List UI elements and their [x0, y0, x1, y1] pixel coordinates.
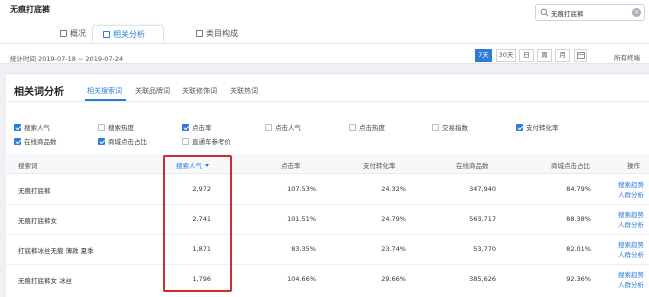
keyword-cell: 打底裤冰丝无痕 薄款 夏季: [18, 247, 94, 255]
tab-related-analysis[interactable]: 相关分析: [92, 25, 164, 43]
online-items-cell: 563,717: [469, 215, 496, 223]
metric-checkbox[interactable]: 点击率: [182, 122, 212, 132]
crowd-analysis-link[interactable]: 人群分析: [618, 249, 644, 259]
range-30d-button[interactable]: 30天: [496, 49, 516, 62]
metric-checkbox[interactable]: 点击人气: [265, 122, 301, 132]
column-header: 商城点击占比: [551, 162, 590, 170]
checkbox-icon: [265, 124, 272, 131]
row-divider: [6, 264, 649, 265]
calendar-icon: [576, 52, 585, 59]
calendar-button[interactable]: [574, 49, 587, 62]
conversion-cell: 29.66%: [381, 275, 406, 283]
metric-checkbox[interactable]: 搜索热度: [98, 122, 134, 132]
section-title: 相关词分析: [14, 87, 64, 98]
column-header: 支付转化率: [363, 162, 396, 170]
ctr-cell: 101.51%: [287, 215, 316, 223]
subtab-related-search[interactable]: 相关搜索词: [87, 86, 122, 96]
ctr-cell: 107.53%: [287, 185, 316, 193]
tab-overview[interactable]: 概况: [50, 25, 96, 43]
range-day-button[interactable]: 日: [519, 49, 534, 62]
search-trend-link[interactable]: 搜索趋势: [618, 269, 644, 279]
checkbox-icon: [98, 138, 105, 145]
metric-checkbox[interactable]: 在线商品数: [14, 136, 57, 146]
crowd-analysis-link[interactable]: 人群分析: [618, 189, 644, 199]
clear-search-icon[interactable]: ×: [632, 8, 641, 17]
ctr-cell: 104.66%: [287, 275, 316, 283]
related-words-card: 相关词分析 相关搜索词 关联品牌词 关联修饰词 关联热词 搜索人气 搜索热度 点…: [6, 73, 649, 297]
checkbox-icon: [432, 124, 439, 131]
conversion-cell: 24.79%: [381, 215, 406, 223]
checkbox-icon: [182, 124, 189, 131]
conversion-cell: 24.32%: [381, 185, 406, 193]
range-week-button[interactable]: 周: [537, 49, 552, 62]
metric-checkbox[interactable]: 交易指数: [432, 122, 468, 132]
page: 无痕打底裤 × 概况 相关分析 类目构成 统计时间 2019-07-18 ~ 2…: [0, 0, 649, 297]
conversion-cell: 23.74%: [381, 245, 406, 253]
row-divider: [6, 234, 649, 235]
metric-checkbox[interactable]: 商城点击占比: [98, 136, 147, 146]
tab-label: 概况: [70, 29, 86, 38]
subtab-brand[interactable]: 关联品牌词: [135, 86, 170, 96]
subtab-hot[interactable]: 关联热词: [230, 86, 258, 96]
range-month-button[interactable]: 月: [555, 49, 570, 62]
mall-ratio-cell: 88.38%: [566, 215, 591, 223]
analysis-icon: [103, 31, 110, 38]
top-header: 无痕打底裤 × 概况 相关分析 类目构成 统计时间 2019-07-18 ~ 2…: [0, 0, 649, 64]
checkbox-icon: [14, 124, 21, 131]
keyword-cell: 无痕打底裤女 冰丝: [18, 277, 73, 285]
checkbox-icon: [98, 124, 105, 131]
search-box[interactable]: ×: [535, 4, 645, 21]
mall-ratio-cell: 84.79%: [566, 185, 591, 193]
crowd-analysis-link[interactable]: 人群分析: [618, 219, 644, 229]
terminal-select[interactable]: 所有终端: [614, 52, 640, 62]
checkbox-icon: [182, 138, 189, 145]
mall-ratio-cell: 92.36%: [566, 275, 591, 283]
checkbox-icon: [14, 138, 21, 145]
range-7d-button[interactable]: 7天: [475, 49, 492, 62]
search-icon: [540, 8, 549, 17]
section-divider: [6, 101, 649, 102]
online-items-cell: 385,626: [469, 275, 496, 283]
metric-checkbox[interactable]: 支付转化率: [516, 122, 559, 132]
online-items-cell: 53,770: [473, 245, 496, 253]
ctr-cell: 83.35%: [291, 245, 316, 253]
column-header: 搜索词: [18, 162, 38, 170]
search-trend-link[interactable]: 搜索趋势: [618, 209, 644, 219]
column-header: 操作: [627, 162, 640, 170]
metric-checkbox[interactable]: 点击热度: [349, 122, 385, 132]
tab-category[interactable]: 类目构成: [186, 25, 248, 43]
app-title: 无痕打底裤: [10, 5, 50, 14]
metric-checkbox[interactable]: 直通车参考价: [182, 136, 231, 146]
date-range-label: 统计时间 2019-07-18 ~ 2019-07-24: [10, 55, 124, 63]
metric-checkbox[interactable]: 搜索人气: [14, 122, 50, 132]
keyword-cell: 无痕打底裤: [18, 187, 51, 195]
online-items-cell: 347,940: [469, 185, 496, 193]
tabs-divider: [0, 43, 649, 44]
subtab-modifier[interactable]: 关联修饰词: [182, 86, 217, 96]
category-icon: [196, 30, 203, 37]
search-trend-link[interactable]: 搜索趋势: [618, 179, 644, 189]
keyword-cell: 无痕打底裤女: [18, 217, 57, 225]
row-divider: [6, 204, 649, 205]
column-header: 点击率: [281, 162, 301, 170]
checkbox-icon: [516, 124, 523, 131]
column-header: 在线商品数: [456, 162, 489, 170]
checkbox-icon: [349, 124, 356, 131]
main-tabs: 概况 相关分析 类目构成: [0, 21, 649, 43]
popularity-highlight-box: [163, 155, 232, 292]
crowd-analysis-link[interactable]: 人群分析: [618, 279, 644, 289]
tab-label: 相关分析: [113, 30, 145, 39]
mall-ratio-cell: 82.01%: [566, 245, 591, 253]
search-input[interactable]: [551, 7, 627, 19]
overview-icon: [60, 30, 67, 37]
search-trend-link[interactable]: 搜索趋势: [618, 239, 644, 249]
tab-label: 类目构成: [206, 29, 238, 38]
